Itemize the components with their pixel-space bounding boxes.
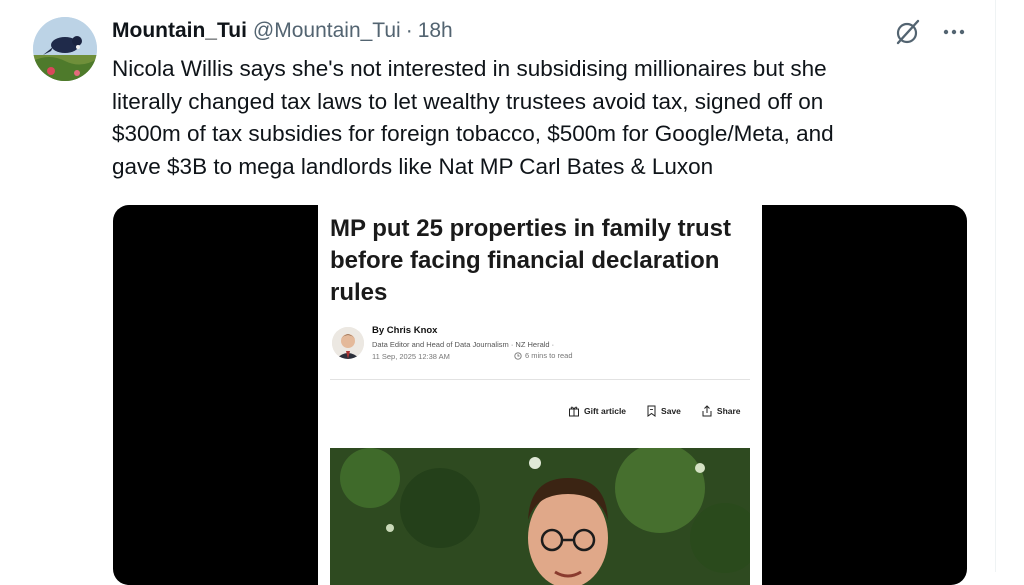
article-divider	[330, 379, 750, 380]
separator-dot: ·	[405, 19, 413, 42]
headline-line: MP put 25 properties in family trust	[330, 215, 731, 242]
save-action: Save	[646, 405, 681, 417]
tweet-text-line: gave $3B to mega landlords like Nat MP C…	[112, 153, 714, 179]
grok-icon[interactable]	[893, 17, 923, 47]
article-headline: MP put 25 properties in family trust bef…	[330, 213, 760, 309]
share-icon	[702, 405, 712, 417]
headline-line: rules	[330, 279, 388, 306]
more-icon[interactable]	[940, 18, 968, 46]
author-role: Data Editor and Head of Data Journalism …	[372, 340, 555, 349]
clock-icon	[514, 351, 522, 360]
save-label: Save	[661, 406, 681, 416]
tweet-text-line: $300m of tax subsidies for foreign tobac…	[112, 121, 834, 146]
timestamp[interactable]: 18h	[418, 19, 453, 43]
article-actions: Gift article Save Share	[568, 405, 741, 417]
tweet[interactable]: Mountain_Tui @Mountain_Tui · 18h Nicola …	[0, 0, 1024, 585]
bookmark-icon	[647, 405, 656, 417]
read-time: 6 mins to read	[514, 351, 573, 360]
article-screenshot: MP put 25 properties in family trust bef…	[318, 205, 762, 585]
user-handle[interactable]: @Mountain_Tui	[253, 19, 401, 43]
article-author: By Chris Knox	[372, 325, 438, 336]
share-action: Share	[701, 405, 741, 417]
read-time-label: 6 mins to read	[525, 351, 573, 360]
article-date: 11 Sep, 2025 12:38 AM	[372, 352, 450, 361]
media-image[interactable]: MP put 25 properties in family trust bef…	[113, 205, 967, 585]
tweet-text-line: literally changed tax laws to let wealth…	[112, 88, 824, 114]
tweet-text-line: Nicola Willis says she's not interested …	[112, 56, 827, 81]
tweet-text: Nicola Willis says she's not interested …	[112, 53, 972, 183]
tweet-header: Mountain_Tui @Mountain_Tui · 18h	[112, 16, 453, 46]
display-name[interactable]: Mountain_Tui	[112, 19, 247, 43]
headline-line: before facing financial declaration	[330, 247, 720, 274]
gift-article-action: Gift article	[568, 405, 626, 417]
gift-icon	[569, 406, 579, 417]
author-photo	[332, 327, 364, 359]
avatar[interactable]	[33, 17, 97, 81]
article-photo	[330, 448, 750, 585]
share-label: Share	[716, 406, 741, 416]
column-border	[995, 0, 996, 572]
gift-article-label: Gift article	[584, 406, 627, 416]
